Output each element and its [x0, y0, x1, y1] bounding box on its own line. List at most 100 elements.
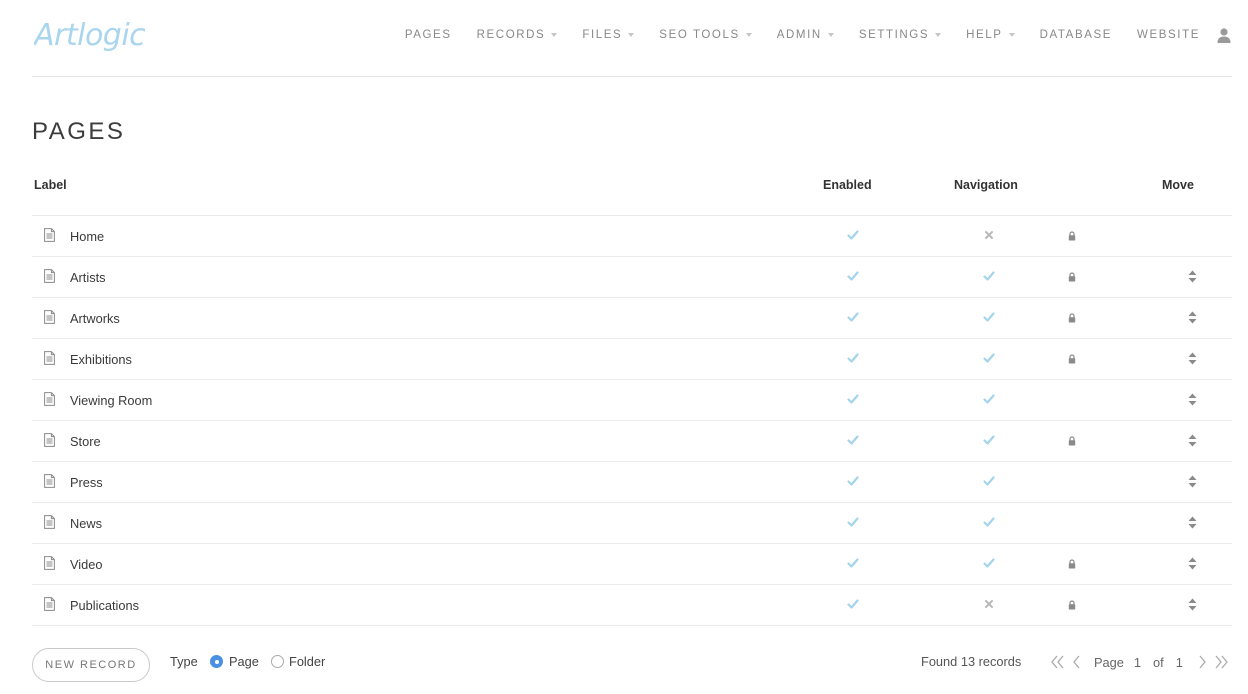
row-label[interactable]: News	[70, 516, 102, 531]
nav-item-records[interactable]: RECORDS	[477, 29, 558, 41]
nav-item-help[interactable]: HELP	[966, 29, 1015, 41]
row-label[interactable]: Viewing Room	[70, 393, 152, 408]
caret-down-icon	[628, 33, 635, 37]
enabled-check-icon[interactable]	[847, 557, 859, 569]
lock-icon	[1068, 231, 1076, 241]
sort-handle-icon[interactable]	[1188, 352, 1197, 365]
enabled-check-icon[interactable]	[847, 393, 859, 405]
lock-icon	[1068, 436, 1076, 446]
enabled-check-icon[interactable]	[847, 229, 859, 241]
navigation-cross-icon[interactable]	[983, 598, 995, 610]
document-icon	[44, 269, 55, 283]
row-label[interactable]: Home	[70, 229, 104, 244]
nav-item-label: WEBSITE	[1137, 29, 1200, 41]
last-page-button[interactable]	[1213, 655, 1229, 669]
enabled-check-icon[interactable]	[847, 516, 859, 528]
caret-down-icon	[551, 33, 558, 37]
row-label[interactable]: Store	[70, 434, 101, 449]
caret-down-icon	[745, 33, 752, 37]
navigation-check-icon[interactable]	[983, 475, 995, 487]
header-label[interactable]: Label	[34, 178, 67, 192]
table-row[interactable]: Store	[32, 421, 1232, 462]
table-footer: NEW RECORD Type Page Folder Found 13 rec…	[32, 648, 1232, 682]
table-row[interactable]: Artists	[32, 257, 1232, 298]
next-page-button[interactable]	[1197, 655, 1207, 669]
type-folder-label[interactable]: Folder	[289, 654, 325, 669]
navigation-cross-icon[interactable]	[983, 229, 995, 241]
enabled-check-icon[interactable]	[847, 270, 859, 282]
table-row[interactable]: Artworks	[32, 298, 1232, 339]
chevron-right-icon	[1199, 655, 1206, 669]
nav-item-label: SEO TOOLS	[659, 29, 740, 41]
nav-item-settings[interactable]: SETTINGS	[859, 29, 942, 41]
pages-table: Label Enabled Navigation Move Home Artist…	[32, 164, 1232, 626]
document-icon	[44, 310, 55, 324]
double-chevron-right-icon	[1215, 655, 1228, 669]
navigation-check-icon[interactable]	[983, 311, 995, 323]
sort-handle-icon[interactable]	[1188, 434, 1197, 447]
enabled-check-icon[interactable]	[847, 434, 859, 446]
table-body: Home Artists Artworks Exhibitions Viewing Ro…	[32, 216, 1232, 626]
sort-handle-icon[interactable]	[1188, 311, 1197, 324]
table-row[interactable]: News	[32, 503, 1232, 544]
table-row[interactable]: Press	[32, 462, 1232, 503]
nav-item-seo-tools[interactable]: SEO TOOLS	[659, 29, 752, 41]
first-page-button[interactable]	[1050, 655, 1066, 669]
artlogic-logo[interactable]: Artlogic	[34, 14, 159, 54]
new-record-button[interactable]: NEW RECORD	[32, 648, 150, 682]
table-row[interactable]: Viewing Room	[32, 380, 1232, 421]
total-pages: 1	[1175, 654, 1183, 670]
caret-down-icon	[827, 33, 834, 37]
logo-text: Artlogic	[34, 18, 146, 53]
enabled-check-icon[interactable]	[847, 311, 859, 323]
navigation-check-icon[interactable]	[983, 557, 995, 569]
user-icon[interactable]	[1216, 27, 1232, 43]
caret-down-icon	[935, 33, 942, 37]
sort-handle-icon[interactable]	[1188, 557, 1197, 570]
nav-item-pages[interactable]: PAGES	[405, 29, 452, 41]
navigation-check-icon[interactable]	[983, 393, 995, 405]
document-icon	[44, 597, 55, 611]
page-title: PAGES	[32, 118, 126, 145]
sort-handle-icon[interactable]	[1188, 516, 1197, 529]
table-row[interactable]: Publications	[32, 585, 1232, 626]
enabled-check-icon[interactable]	[847, 352, 859, 364]
enabled-check-icon[interactable]	[847, 598, 859, 610]
navigation-check-icon[interactable]	[983, 434, 995, 446]
row-label[interactable]: Video	[70, 557, 103, 572]
type-page-radio[interactable]	[210, 655, 223, 668]
sort-handle-icon[interactable]	[1188, 393, 1197, 406]
navigation-check-icon[interactable]	[983, 516, 995, 528]
chevron-left-icon	[1073, 655, 1080, 669]
current-page[interactable]: 1	[1134, 655, 1141, 670]
nav-item-admin[interactable]: ADMIN	[777, 29, 834, 41]
type-page-label[interactable]: Page	[229, 654, 259, 669]
nav-item-files[interactable]: FILES	[582, 29, 635, 41]
sort-handle-icon[interactable]	[1188, 598, 1197, 611]
row-label[interactable]: Artists	[70, 270, 106, 285]
nav-item-website[interactable]: WEBSITE	[1137, 29, 1200, 41]
row-label[interactable]: Publications	[70, 598, 139, 613]
header-enabled[interactable]: Enabled	[823, 178, 872, 192]
lock-icon	[1068, 600, 1076, 610]
navigation-check-icon[interactable]	[983, 352, 995, 364]
header-move: Move	[1162, 178, 1194, 192]
nav-item-database[interactable]: DATABASE	[1040, 29, 1112, 41]
lock-icon	[1068, 313, 1076, 323]
enabled-check-icon[interactable]	[847, 475, 859, 487]
prev-page-button[interactable]	[1072, 655, 1082, 669]
document-icon	[44, 351, 55, 365]
table-row[interactable]: Exhibitions	[32, 339, 1232, 380]
row-label[interactable]: Exhibitions	[70, 352, 132, 367]
sort-handle-icon[interactable]	[1188, 475, 1197, 488]
header-navigation[interactable]: Navigation	[954, 178, 1018, 192]
document-icon	[44, 556, 55, 570]
row-label[interactable]: Press	[70, 475, 103, 490]
type-folder-radio[interactable]	[271, 655, 284, 668]
navigation-check-icon[interactable]	[983, 270, 995, 282]
sort-handle-icon[interactable]	[1188, 270, 1197, 283]
nav-item-label: PAGES	[404, 29, 452, 41]
row-label[interactable]: Artworks	[70, 311, 120, 326]
table-row[interactable]: Video	[32, 544, 1232, 585]
table-row[interactable]: Home	[32, 216, 1232, 257]
